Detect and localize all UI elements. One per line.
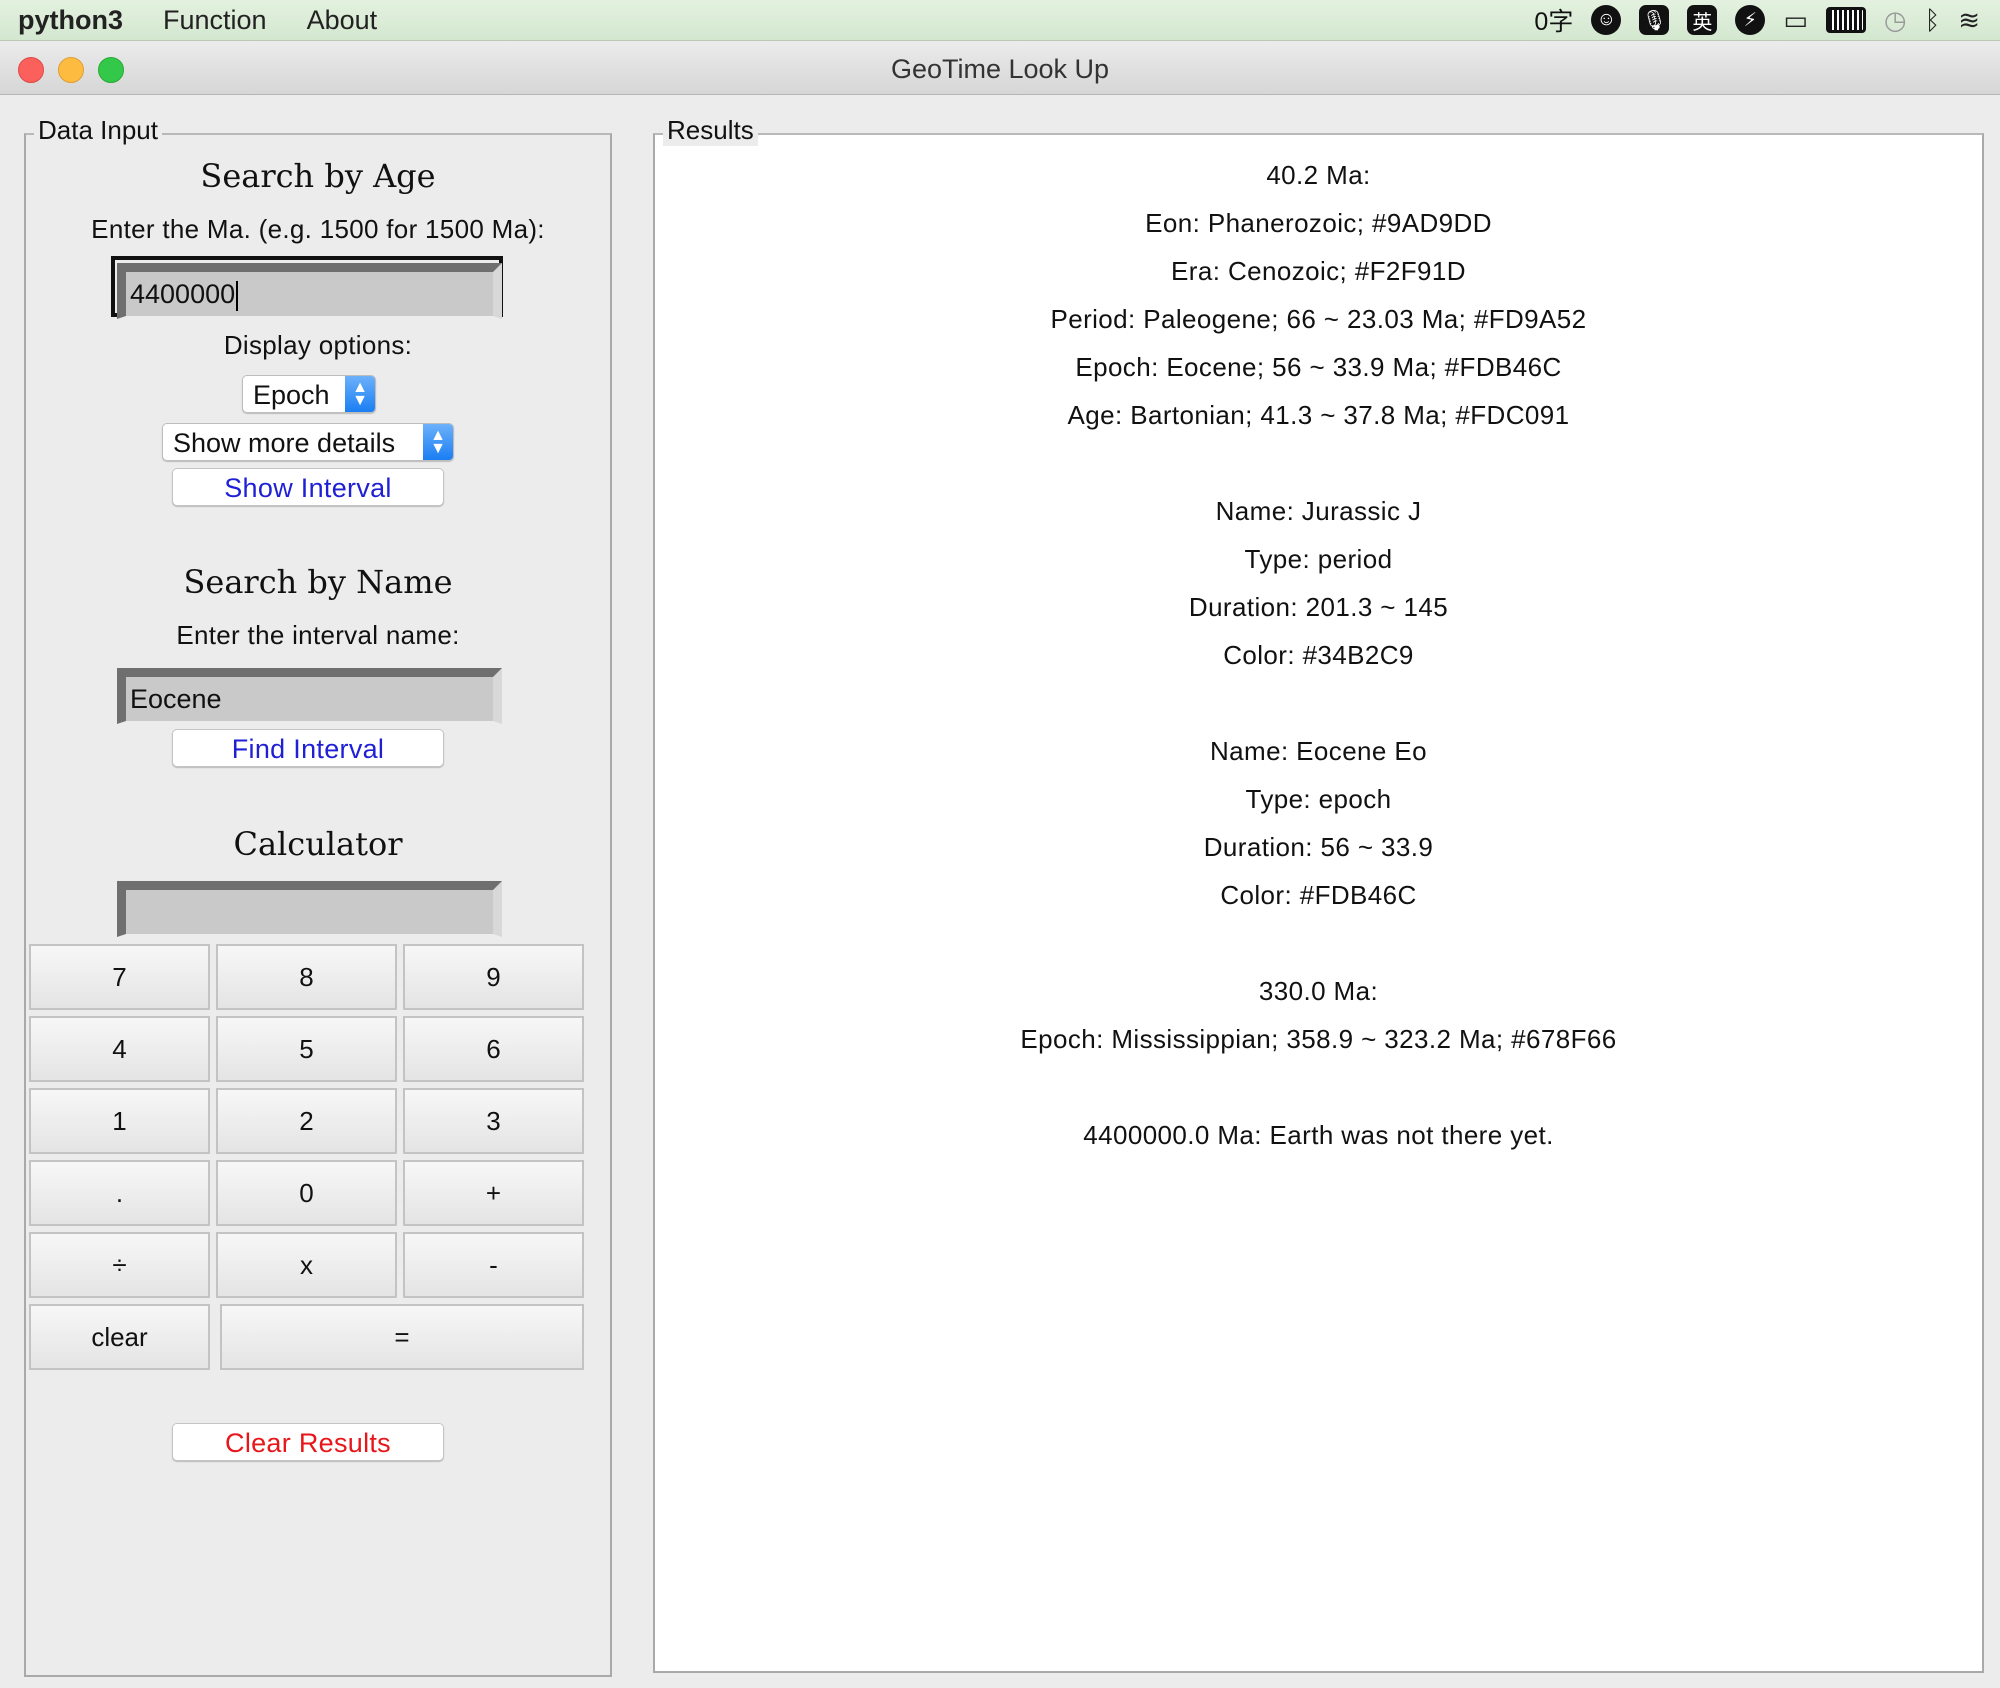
calc-key-multiply[interactable]: x <box>216 1232 397 1298</box>
text-caret <box>236 280 239 311</box>
window-title-bar: GeoTime Look Up <box>0 42 2000 95</box>
interval-level-value: Epoch <box>253 380 330 410</box>
age-input-value: 4400000 <box>130 279 236 309</box>
calc-key-0[interactable]: 0 <box>216 1160 397 1226</box>
menu-app-name[interactable]: python3 <box>18 5 123 36</box>
calc-key-9[interactable]: 9 <box>403 944 584 1010</box>
calculator-display[interactable] <box>117 881 502 937</box>
search-by-name-heading: Search by Name <box>183 563 453 601</box>
data-input-group: Data Input Search by Age Enter the Ma. (… <box>24 115 612 1677</box>
data-input-label: Data Input <box>34 115 162 146</box>
airplay-icon[interactable]: ▭ <box>1783 5 1808 36</box>
battery-icon[interactable] <box>1825 7 1866 33</box>
microphone-icon[interactable]: 🎙 <box>1639 5 1670 35</box>
character-count[interactable]: 0字 <box>1534 2 1573 38</box>
window-title: GeoTime Look Up <box>890 54 1110 84</box>
menu-about[interactable]: About <box>307 5 378 36</box>
calc-key-divide[interactable]: ÷ <box>29 1232 210 1298</box>
input-method-icon[interactable]: 英 <box>1687 5 1718 35</box>
result-line: Type: epoch <box>1245 784 1392 814</box>
result-line: Era: Cenozoic; #F2F91D <box>1171 256 1466 286</box>
menu-function[interactable]: Function <box>163 5 267 36</box>
result-line: Period: Paleogene; 66 ~ 23.03 Ma; #FD9A5… <box>1050 304 1587 334</box>
age-input[interactable]: 4400000 <box>117 263 502 319</box>
age-prompt: Enter the Ma. (e.g. 1500 for 1500 Ma): <box>91 214 545 244</box>
name-input[interactable]: Eocene <box>117 668 502 724</box>
select-stepper-icon: ▲ ▼ <box>423 424 453 460</box>
interval-level-select[interactable]: Epoch ▲ ▼ <box>242 375 376 413</box>
result-line: Epoch: Mississippian; 358.9 ~ 323.2 Ma; … <box>1020 1024 1617 1054</box>
result-line: Name: Jurassic J <box>1215 496 1422 526</box>
calc-key-8[interactable]: 8 <box>216 944 397 1010</box>
result-line: 4400000.0 Ma: Earth was not there yet. <box>1083 1120 1554 1150</box>
result-line: Color: #FDB46C <box>1220 880 1417 910</box>
clear-results-button[interactable]: Clear Results <box>172 1423 444 1461</box>
wifi-icon[interactable]: ≋ <box>1958 5 1980 36</box>
results-group: Results 40.2 Ma: Eon: Phanerozoic; #9AD9D… <box>653 115 1984 1673</box>
display-options-label: Display options: <box>223 330 413 360</box>
calc-key-5[interactable]: 5 <box>216 1016 397 1082</box>
result-line: Epoch: Eocene; 56 ~ 33.9 Ma; #FDB46C <box>1075 352 1562 382</box>
select-stepper-icon: ▲ ▼ <box>345 376 375 412</box>
result-line: Color: #34B2C9 <box>1223 640 1414 670</box>
calc-clear-button[interactable]: clear <box>29 1304 210 1370</box>
calc-key-3[interactable]: 3 <box>403 1088 584 1154</box>
bluetooth-icon[interactable]: ᛒ <box>1925 5 1941 36</box>
calc-key-minus[interactable]: - <box>403 1232 584 1298</box>
result-line: Name: Eocene Eo <box>1209 736 1427 766</box>
calc-key-6[interactable]: 6 <box>403 1016 584 1082</box>
result-line: 40.2 Ma: <box>1266 160 1371 190</box>
result-line: Duration: 56 ~ 33.9 <box>1203 832 1434 862</box>
menu-bar: python3 Function About 0字 ☺ 🎙 英 ⚡ ▭ ◷ ᛒ … <box>0 0 2000 41</box>
name-prompt: Enter the interval name: <box>176 620 460 650</box>
calc-equals-button[interactable]: = <box>220 1304 584 1370</box>
calc-key-4[interactable]: 4 <box>29 1016 210 1082</box>
calc-key-decimal[interactable]: . <box>29 1160 210 1226</box>
result-line: Eon: Phanerozoic; #9AD9DD <box>1145 208 1492 238</box>
bolt-icon[interactable]: ⚡ <box>1735 5 1766 35</box>
detail-level-select[interactable]: Show more details ▲ ▼ <box>162 423 454 461</box>
emoji-icon[interactable]: ☺ <box>1591 5 1622 35</box>
calc-key-1[interactable]: 1 <box>29 1088 210 1154</box>
result-line: Type: period <box>1244 544 1393 574</box>
time-machine-icon[interactable]: ◷ <box>1884 5 1907 36</box>
search-by-age-heading: Search by Age <box>200 157 436 195</box>
show-interval-button[interactable]: Show Interval <box>172 468 444 506</box>
calc-key-plus[interactable]: + <box>403 1160 584 1226</box>
detail-level-value: Show more details <box>173 428 396 458</box>
result-line: Duration: 201.3 ~ 145 <box>1188 592 1449 622</box>
calculator-heading: Calculator <box>233 825 403 863</box>
result-line: 330.0 Ma: <box>1258 976 1379 1006</box>
results-label: Results <box>663 115 758 146</box>
find-interval-button[interactable]: Find Interval <box>172 729 444 767</box>
calc-key-7[interactable]: 7 <box>29 944 210 1010</box>
calc-key-2[interactable]: 2 <box>216 1088 397 1154</box>
result-line: Age: Bartonian; 41.3 ~ 37.8 Ma; #FDC091 <box>1067 400 1570 430</box>
status-tray: 0字 ☺ 🎙 英 ⚡ ▭ ◷ ᛒ ≋ <box>1534 0 1980 40</box>
